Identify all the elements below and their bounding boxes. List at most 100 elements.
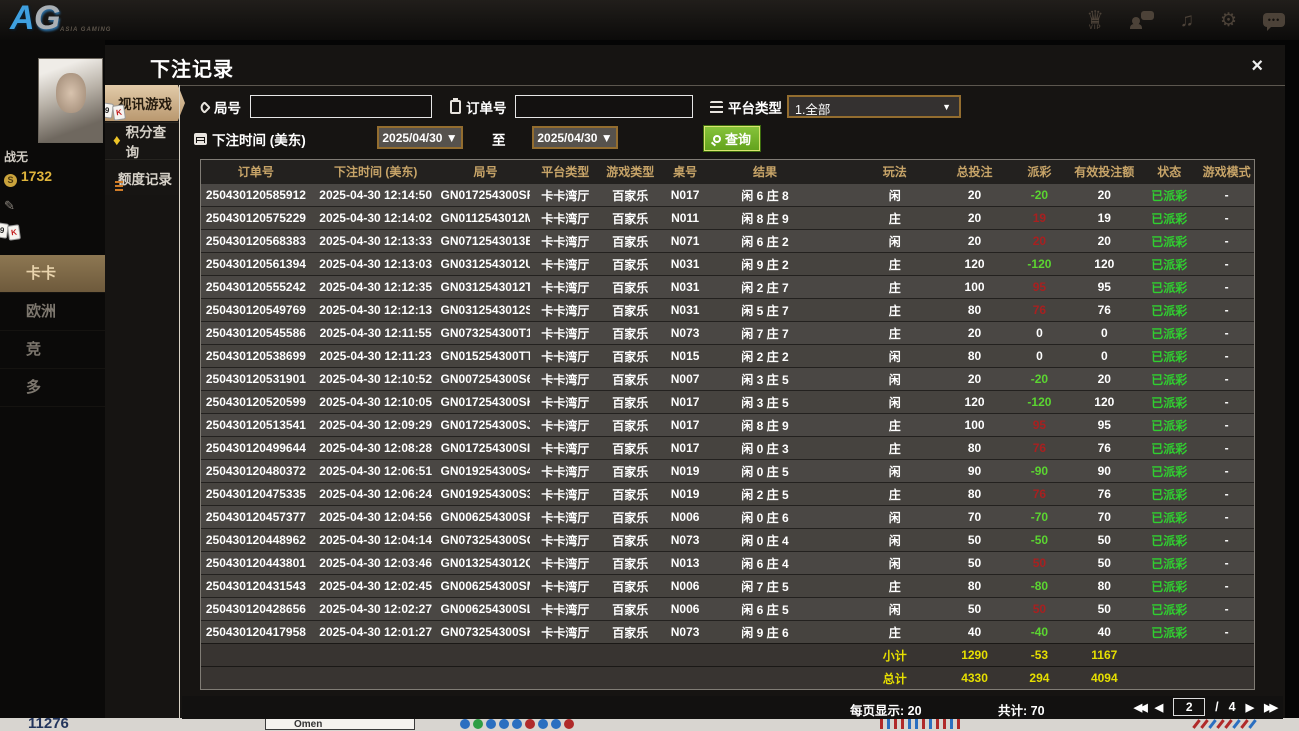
cell-total_bet: 20 [967,188,982,202]
cell-status: 已派彩 [1151,234,1188,249]
cell-result: 闲 2 庄 7 [741,280,789,295]
ag-logo[interactable]: A G ASIA GAMING [10,0,130,39]
filter-row-2: 下注时间 (美东) 2025/04/30 ▼ 至 2025/04/30 ▼ 查询 [180,125,1285,152]
header-valid_bet: 有效投注额 [1074,165,1135,179]
date-from-picker[interactable]: 2025/04/30 ▼ [377,126,463,149]
cell-mode: - [1224,257,1229,271]
table-row: 250430120520599 2025-04-30 12:10:05 GN0172… [201,390,1254,413]
cell-payout: 95 [1032,280,1047,294]
cell-status: 已派彩 [1151,533,1188,548]
cell-time: 2025-04-30 12:13:03 [319,257,433,271]
order-number-label: 订单号 [450,97,507,117]
close-icon[interactable]: × [1251,55,1263,78]
lobby-menu-item[interactable]: 多 [0,369,105,407]
order-number-input[interactable] [515,95,693,118]
lobby-menu-item[interactable]: 竞 [0,331,105,369]
cell-table: N019 [670,464,700,478]
per-page-label: 每页显示: 20 [850,704,922,718]
cell-result: 闲 3 庄 5 [741,372,789,387]
next-page-button[interactable]: ▶ [1246,701,1254,714]
prev-page-button[interactable]: ◀ [1155,701,1163,714]
menu-item-视讯游戏[interactable]: K 9 视讯游戏 [105,85,185,121]
cell-status: 已派彩 [1151,303,1188,318]
vip-icon[interactable]: ♛ VIP [1087,9,1104,31]
cell-game: 百家乐 [612,280,649,295]
cell-mode: - [1224,556,1229,570]
baccarat-road-beads [460,719,574,729]
cell-platform: 卡卡湾厅 [541,349,590,364]
cell-mode: - [1224,418,1229,432]
cell-time: 2025-04-30 12:11:23 [319,349,432,363]
cell-table: N071 [670,234,700,248]
to-label: 至 [492,133,506,148]
menu-item-积分查询[interactable]: ♦ 积分查询 [105,122,179,160]
cell-round: GN017254300SJ [440,418,531,432]
cell-platform: 卡卡湾厅 [541,418,590,433]
last-page-button[interactable]: ▶▶ [1264,701,1278,714]
cell-order: 250430120549769 [205,303,306,317]
cell-table: N073 [670,625,700,639]
cell-order: 250430120475335 [205,487,306,501]
cell-payout: 20 [1032,234,1047,248]
cell-payout: 76 [1032,487,1047,501]
cell-mode: - [1224,625,1229,639]
cell-table: N017 [670,418,700,432]
cell-payout: -20 [1030,372,1049,386]
platform-type-select[interactable]: 1.全部 ▼ [787,95,961,118]
settings-gear-icon[interactable]: ⚙ [1220,11,1237,30]
cell-result: 闲 7 庄 5 [741,579,789,594]
header-result: 结果 [752,165,777,179]
search-button[interactable]: 查询 [702,125,762,152]
music-icon[interactable]: ♫ [1180,11,1194,30]
round-number-label: 局号 [198,97,241,117]
lobby-menu-item[interactable]: 欧洲 [0,293,105,331]
cell-total_bet: 50 [967,602,982,616]
cell-mode: - [1224,602,1229,616]
cell-order: 250430120443801 [205,556,306,570]
cell-valid_bet: 0 [1100,349,1108,363]
cell-platform: 卡卡湾厅 [541,625,590,640]
date-to-picker[interactable]: 2025/04/30 ▼ [532,126,618,149]
cell-bet: 庄 [888,418,901,433]
table-row: 250430120428656 2025-04-30 12:02:27 GN0062… [201,597,1254,620]
cell-total_bet: 80 [967,487,982,501]
logo-subtitle: ASIA GAMING [60,27,112,33]
cell-round: GN0712543013E [440,234,531,248]
cell-round: GN006254300SM [440,579,531,593]
page-number-input[interactable] [1173,698,1206,716]
cell-status: 已派彩 [1151,487,1188,502]
customer-support-icon[interactable] [1129,11,1154,29]
cell-round: GN006254300SL [440,602,531,616]
cell-time: 2025-04-30 12:14:02 [319,211,433,225]
header-order: 订单号 [237,165,274,179]
cell-status: 已派彩 [1151,556,1188,571]
round-number-input[interactable] [250,95,432,118]
cell-game: 百家乐 [612,556,649,571]
cell-round: GN017254300SK [440,395,531,409]
first-page-button[interactable]: ◀◀ [1134,701,1148,714]
cell-table: N073 [670,326,700,340]
cell-valid_bet: 76 [1097,303,1111,317]
cell-status: 已派彩 [1151,257,1188,272]
menu-item-label: 视讯游戏 [118,97,172,112]
header-table: 桌号 [673,165,698,179]
cell-table: N073 [670,533,700,547]
menu-item-额度记录[interactable]: 额度记录 [105,159,179,195]
cell-order: 250430120431543 [205,579,306,593]
cell-bet: 庄 [888,211,901,226]
topbar-icons: ♛ VIP ♫ ⚙ ••• [1087,0,1285,40]
cell-bet: 闲 [888,556,901,571]
total-bet: 总计 [882,671,907,686]
cell-payout: -80 [1030,579,1049,593]
cell-result: 闲 8 庄 9 [741,418,789,433]
cell-order: 250430120568383 [205,234,306,248]
betting-records-modal: 下注记录 × K9视讯游戏♦积分查询额度记录 局号 订单号 平台类型 [105,45,1285,719]
cell-valid_bet: 50 [1097,602,1111,616]
cell-platform: 卡卡湾厅 [541,372,590,387]
cell-bet: 庄 [888,326,901,341]
lobby-menu-item[interactable]: 卡卡 [0,255,105,293]
chat-icon[interactable]: ••• [1263,13,1285,31]
cell-bet: 庄 [888,280,901,295]
cell-time: 2025-04-30 12:03:46 [319,556,433,570]
cell-platform: 卡卡湾厅 [541,303,590,318]
